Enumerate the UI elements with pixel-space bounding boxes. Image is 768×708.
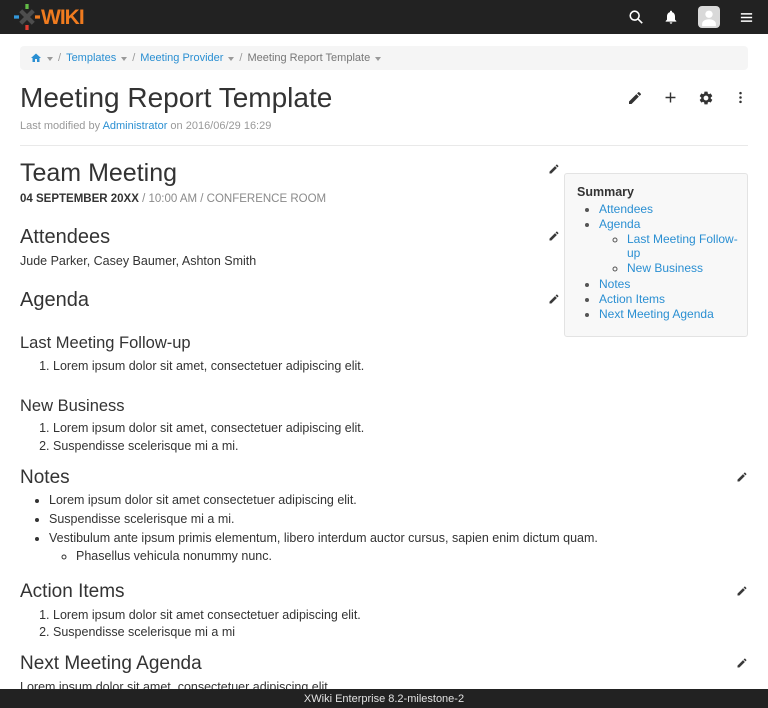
breadcrumb-item-meeting-provider[interactable]: Meeting Provider	[140, 52, 223, 64]
breadcrumb-separator: /	[239, 52, 242, 64]
summary-link-notes[interactable]: Notes	[599, 277, 630, 291]
search-icon[interactable]	[628, 9, 644, 25]
chevron-down-icon[interactable]	[228, 57, 234, 61]
version-text: XWiki Enterprise 8.2-milestone-2	[304, 693, 464, 705]
breadcrumb-home-icon[interactable]	[30, 52, 42, 64]
modified-rest: on 2016/06/29 16:29	[170, 120, 271, 132]
page-title: Meeting Report Template	[20, 83, 332, 114]
attendees-names: Jude Parker, Casey Baumer, Ashton Smith	[20, 253, 560, 269]
breadcrumb-separator: /	[132, 52, 135, 64]
document-content: Summary Attendees Agenda Last Meeting Fo…	[0, 159, 768, 695]
document-full-width: Notes Lorem ipsum dolor sit amet consect…	[20, 467, 748, 696]
list-item: Last Meeting Follow-up	[627, 232, 741, 260]
summary-list: Attendees Agenda Last Meeting Follow-up …	[575, 202, 741, 321]
settings-gear-icon[interactable]	[698, 90, 714, 106]
list-item: Lorem ipsum dolor sit amet, consectetuer…	[53, 421, 560, 437]
list-item: Next Meeting Agenda	[599, 307, 741, 321]
doc-title-heading: Team Meeting	[20, 159, 560, 188]
summary-panel: Summary Attendees Agenda Last Meeting Fo…	[564, 173, 748, 337]
page-toolbar	[627, 83, 748, 106]
summary-link-followup[interactable]: Last Meeting Follow-up	[627, 232, 738, 260]
list-item: Action Items	[599, 292, 741, 306]
list-item: New Business	[627, 261, 741, 275]
top-navbar: WIKI	[0, 0, 768, 34]
edit-section-pencil-icon[interactable]	[736, 471, 748, 483]
edit-section-pencil-icon[interactable]	[736, 585, 748, 597]
list-item: Suspendisse scelerisque mi a mi.	[49, 512, 748, 528]
list-item: Lorem ipsum dolor sit amet consectetuer …	[49, 493, 748, 509]
action-items-heading-text: Action Items	[20, 581, 125, 602]
list-item: Lorem ipsum dolor sit amet consectetuer …	[53, 608, 748, 624]
new-business-list: Lorem ipsum dolor sit amet, consectetuer…	[20, 421, 560, 454]
list-item: Attendees	[599, 202, 741, 216]
document-main-column: Team Meeting 04 SEPTEMBER 20XX / 10:00 A…	[20, 159, 560, 455]
xwiki-logo[interactable]: WIKI	[14, 4, 84, 30]
breadcrumb: / Templates / Meeting Provider / Meeting…	[20, 46, 748, 70]
edit-section-pencil-icon[interactable]	[736, 657, 748, 669]
breadcrumb-separator: /	[58, 52, 61, 64]
list-item-text: Vestibulum ante ipsum primis elementum, …	[49, 531, 598, 545]
last-modified-line: Last modified by Administrator on 2016/0…	[20, 120, 748, 132]
list-item: Phasellus vehicula nonummy nunc.	[76, 549, 748, 565]
list-item: Lorem ipsum dolor sit amet, consectetuer…	[53, 359, 560, 375]
more-actions-kebab-icon[interactable]	[733, 90, 748, 105]
list-item: Suspendisse scelerisque mi a mi	[53, 625, 748, 641]
notes-sublist: Phasellus vehicula nonummy nunc.	[49, 549, 748, 565]
chevron-down-icon[interactable]	[375, 57, 381, 61]
list-item: Agenda Last Meeting Follow-up New Busine…	[599, 217, 741, 276]
edit-section-pencil-icon[interactable]	[548, 293, 560, 305]
user-avatar[interactable]	[698, 6, 720, 28]
notes-list: Lorem ipsum dolor sit amet consectetuer …	[20, 493, 748, 565]
modified-author-link[interactable]: Administrator	[103, 120, 168, 132]
notifications-bell-icon[interactable]	[663, 9, 679, 25]
chevron-down-icon[interactable]	[47, 57, 53, 61]
notes-heading: Notes	[20, 467, 748, 489]
attendees-heading-text: Attendees	[20, 226, 110, 248]
xwiki-page: WIKI / Templates / Meeting Provider	[0, 0, 768, 708]
modified-prefix: Last modified by	[20, 120, 100, 132]
followup-list: Lorem ipsum dolor sit amet, consectetuer…	[20, 359, 560, 375]
list-item: Notes	[599, 277, 741, 291]
summary-link-next-meeting[interactable]: Next Meeting Agenda	[599, 307, 714, 321]
chevron-down-icon[interactable]	[121, 57, 127, 61]
agenda-heading: Agenda	[20, 289, 560, 312]
meeting-date: 04 SEPTEMBER 20XX	[20, 193, 139, 205]
notes-heading-text: Notes	[20, 467, 70, 488]
list-item: Vestibulum ante ipsum primis elementum, …	[49, 531, 748, 565]
summary-title: Summary	[577, 185, 741, 199]
summary-link-action-items[interactable]: Action Items	[599, 292, 665, 306]
header-divider	[20, 145, 748, 146]
followup-heading: Last Meeting Follow-up	[20, 334, 560, 354]
meeting-time-place: / 10:00 AM / CONFERENCE ROOM	[139, 193, 326, 205]
edit-pencil-icon[interactable]	[627, 90, 643, 106]
create-plus-icon[interactable]	[662, 89, 679, 106]
new-business-heading: New Business	[20, 397, 560, 417]
agenda-heading-text: Agenda	[20, 289, 89, 311]
meeting-meta-line: 04 SEPTEMBER 20XX / 10:00 AM / CONFERENC…	[20, 192, 560, 206]
drawer-menu-icon[interactable]	[739, 10, 754, 25]
xwiki-logo-text: WIKI	[41, 7, 84, 28]
breadcrumb-item-templates[interactable]: Templates	[66, 52, 116, 64]
summary-link-attendees[interactable]: Attendees	[599, 202, 653, 216]
version-footer: XWiki Enterprise 8.2-milestone-2	[0, 689, 768, 708]
action-items-list: Lorem ipsum dolor sit amet consectetuer …	[20, 608, 748, 641]
breadcrumb-item-current: Meeting Report Template	[247, 52, 370, 64]
edit-section-pencil-icon[interactable]	[548, 163, 560, 175]
action-items-heading: Action Items	[20, 581, 748, 603]
topbar-actions	[628, 6, 754, 28]
doc-title-text: Team Meeting	[20, 159, 177, 187]
attendees-heading: Attendees	[20, 226, 560, 249]
list-item: Suspendisse scelerisque mi a mi.	[53, 439, 560, 455]
summary-link-agenda[interactable]: Agenda	[599, 217, 640, 231]
xwiki-logo-x-icon	[14, 4, 40, 30]
summary-sublist: Last Meeting Follow-up New Business	[599, 232, 741, 275]
next-meeting-heading-text: Next Meeting Agenda	[20, 653, 202, 674]
edit-section-pencil-icon[interactable]	[548, 230, 560, 242]
summary-link-new-business[interactable]: New Business	[627, 261, 703, 275]
next-meeting-heading: Next Meeting Agenda	[20, 653, 748, 675]
page-header: Meeting Report Template	[20, 83, 748, 114]
